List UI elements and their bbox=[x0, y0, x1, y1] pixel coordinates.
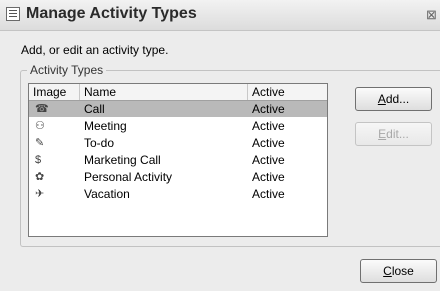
add-button[interactable]: Add... bbox=[355, 87, 432, 111]
activity-status: Active bbox=[252, 102, 285, 116]
instructions-text: Add, or edit an activity type. bbox=[21, 43, 169, 57]
window-title: Manage Activity Types bbox=[26, 5, 197, 22]
edit-button-label: dit... bbox=[386, 127, 409, 141]
table-row[interactable]: $ Marketing Call Active bbox=[29, 152, 327, 168]
list-header: Image Name Active bbox=[29, 84, 327, 101]
activity-status: Active bbox=[252, 153, 285, 167]
column-header-name[interactable]: Name bbox=[80, 84, 248, 100]
title-bar[interactable]: Manage Activity Types ⊠ bbox=[0, 0, 440, 31]
table-row[interactable]: ☎ Call Active bbox=[29, 101, 327, 117]
close-button[interactable]: Close bbox=[360, 259, 437, 283]
group-legend: Activity Types bbox=[27, 63, 107, 77]
add-button-mnemonic: A bbox=[377, 92, 386, 106]
add-button-label: dd... bbox=[385, 92, 410, 106]
activity-name: Meeting bbox=[84, 119, 127, 133]
column-header-active[interactable]: Active bbox=[248, 84, 327, 100]
activity-name: Personal Activity bbox=[84, 170, 173, 184]
activity-name: Call bbox=[84, 102, 105, 116]
close-button-mnemonic: C bbox=[383, 264, 392, 278]
activity-status: Active bbox=[252, 187, 285, 201]
activity-types-list[interactable]: Image Name Active ☎ Call Active ⚇ Meeting Act… bbox=[28, 83, 328, 237]
activity-status: Active bbox=[252, 170, 285, 184]
table-row[interactable]: ✈ Vacation Active bbox=[29, 186, 327, 202]
marketing-call-icon: $ bbox=[35, 154, 42, 166]
window-icon bbox=[6, 7, 20, 21]
personal-activity-icon: ✿ bbox=[35, 171, 45, 183]
edit-button-mnemonic: E bbox=[378, 127, 387, 141]
phone-icon: ☎ bbox=[35, 103, 49, 115]
edit-button[interactable]: Edit... bbox=[355, 122, 432, 146]
activity-status: Active bbox=[252, 136, 285, 150]
column-header-image[interactable]: Image bbox=[29, 84, 80, 100]
activity-status: Active bbox=[252, 119, 285, 133]
table-row[interactable]: ✿ Personal Activity Active bbox=[29, 169, 327, 185]
vacation-icon: ✈ bbox=[35, 188, 45, 200]
close-window-icon[interactable]: ⊠ bbox=[426, 7, 440, 23]
activity-name: Vacation bbox=[84, 187, 130, 201]
activity-name: To-do bbox=[84, 136, 115, 150]
meeting-icon: ⚇ bbox=[35, 120, 45, 132]
activity-name: Marketing Call bbox=[84, 153, 161, 167]
todo-icon: ✎ bbox=[35, 137, 45, 149]
close-button-label: lose bbox=[391, 264, 414, 278]
table-row[interactable]: ✎ To-do Active bbox=[29, 135, 327, 151]
table-row[interactable]: ⚇ Meeting Active bbox=[29, 118, 327, 134]
